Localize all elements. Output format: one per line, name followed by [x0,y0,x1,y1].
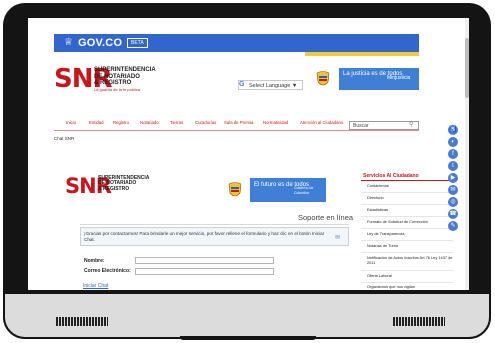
chat-welcome-message: ¡Gracias por contactarnos! Para brindarl… [80,227,349,246]
name-label: Nombre: [84,258,105,264]
service-link[interactable]: Notificación de Actos Inscritos Art.76 L… [367,255,453,266]
service-divider [361,216,453,217]
service-divider [361,204,453,205]
beta-badge: BETA [127,38,148,48]
service-divider [361,270,453,271]
youtube-icon[interactable]: ▶ [448,173,458,183]
google-translate-icon: G [239,81,245,88]
service-divider [361,252,453,253]
service-link[interactable]: Contáctenos [367,183,453,189]
nav-item-notariado[interactable]: Notariado [140,120,159,125]
snr-logo-text: SUPERINTENDENCIA DE NOTARIADO & REGISTRO… [94,67,156,93]
start-chat-link[interactable]: Iniciar Chat [83,283,108,289]
service-link[interactable]: Oferta Laboral [367,273,453,279]
snr-logo-chat: SNR SUPERINTENDENCIA DE NOTARIADO & REGI… [65,173,157,201]
nav-item-sala-de-prensa[interactable]: Sala de Prensa [224,120,253,125]
tablet-bottom-bezel [3,292,491,339]
snr-tagline: La guarda de la fe pública [94,86,141,92]
services-title: Servicios Al Ciudadano [363,173,419,179]
search-icon[interactable]: ⚲ [409,122,413,129]
speaker-grille-left [56,317,108,326]
contrast-icon[interactable]: ◐ [448,137,458,147]
name-field[interactable] [135,257,274,264]
tablet-bottom-strip [180,336,316,340]
twitter-icon[interactable]: t [448,161,458,171]
snr-logo[interactable]: SNR SUPERINTENDENCIA DE NOTARIADO & REGI… [54,63,164,99]
service-link[interactable]: Ley de Transparencia [367,231,453,237]
chat-bubble-icon: ✉ [335,235,341,241]
chat-icon[interactable]: ✎ [448,221,458,231]
service-link[interactable]: Directorio [367,195,453,201]
service-link[interactable]: Formato de Solicitud de Corrección [367,219,453,225]
nav-item-curadurias[interactable]: Curadurías [195,120,216,125]
scrollbar-thumb[interactable] [465,38,469,98]
language-select[interactable]: Select Language ▼ [238,80,303,90]
nav-item-registro[interactable]: Registro [113,120,129,125]
support-title: Soporte en línea [298,213,354,222]
colombia-coat-of-arms-icon [228,182,242,197]
nav-item-tierras[interactable]: Tierras [170,120,183,125]
snr-logo-text: SUPERINTENDENCIA DE NOTARIADO & REGISTRO [98,175,149,192]
email-label: Correo Electrónico: [84,268,131,274]
futuro-banner: El futuro es de todos Gobierno de Colomb… [250,178,326,202]
chat-divider [80,224,349,225]
govco-accent-stripe [305,52,419,56]
service-divider [361,228,453,229]
nav-item-entidad[interactable]: Entidad [89,120,104,125]
nav-item-normatividad[interactable]: Normatividad [263,120,288,125]
govco-bar: ♕ GOV.CO BETA [54,34,419,52]
service-link[interactable]: Estadísticas [367,207,453,213]
service-divider [361,240,453,241]
service-link[interactable]: Notarías de Turno [367,243,453,249]
justicia-banner[interactable]: La justicia es de todos Minjusticia [339,68,419,90]
nav-item-inicio[interactable]: Inicio [66,120,76,125]
service-link[interactable]: Organismos que nos vigilan [367,284,453,290]
accessibility-icon[interactable]: ♿ [448,125,458,135]
govco-logo[interactable]: GOV.CO [78,36,122,50]
email-icon[interactable]: ✉ [448,185,458,195]
snr-logo-line: SUPERINTENDENCIA [94,67,156,73]
gov-shield-icon: ♕ [64,37,73,48]
colombia-coat-of-arms-icon [316,71,330,86]
whatsapp-icon[interactable]: ☎ [448,209,458,219]
futuro-subtext: Gobierno de Colombia [294,186,314,195]
minjusticia-label: Minjusticia [387,75,411,81]
instagram-icon[interactable]: ◎ [448,197,458,207]
service-divider [361,282,453,283]
breadcrumb: Chat SNR [54,136,75,141]
language-select-label: Select Language [249,83,291,89]
browser-screen: ♕ GOV.CO BETA SNR SUPERINTENDENCIA DE NO… [28,18,469,290]
snr-logo-line: & REGISTRO [98,185,130,192]
email-field[interactable] [135,268,274,275]
nav-item-atencion[interactable]: Atención al Ciudadano [300,120,343,125]
speaker-grille-right [393,317,445,326]
service-divider [361,192,453,193]
services-title-divider [361,180,453,181]
facebook-icon[interactable]: f [448,149,458,159]
